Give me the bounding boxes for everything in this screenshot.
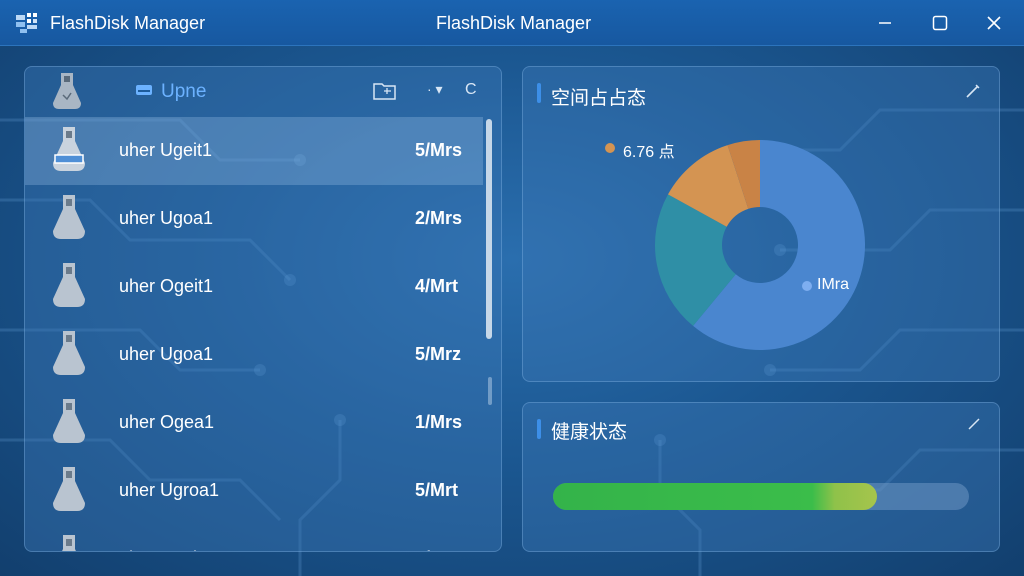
health-status-card: 健康状态 [522, 402, 1000, 552]
title-bar: FlashDisk Manager FlashDisk Manager [0, 0, 1024, 46]
refresh-button[interactable]: C [465, 81, 477, 99]
minimize-button[interactable] [862, 8, 908, 38]
file-name: uher Ugeit2 [119, 548, 212, 551]
pencil-icon[interactable] [967, 417, 981, 436]
file-row[interactable]: uher Ugeit1 5/Mrs [25, 117, 483, 185]
file-size: 5/Mrz [415, 344, 462, 364]
health-progress-bar [553, 483, 969, 510]
usb-drive-icon [47, 125, 91, 180]
window-title-center: FlashDisk Manager [436, 13, 592, 33]
file-row[interactable]: uher Ugroa1 5/Mrt [25, 457, 483, 525]
usb-drive-icon [47, 329, 91, 384]
legend-label-top: 6.76 点 [623, 144, 675, 161]
file-list-panel: Upne · ▾ C uher Ugeit1 5/Mrs uher Ugoa1 2/M… [24, 66, 502, 552]
app-grid-icon [16, 13, 38, 33]
file-size: 1/Mrs [415, 412, 463, 432]
file-size: 5/Mrt [415, 480, 459, 500]
file-size: 5/Mrs [415, 140, 463, 160]
card-accent-bar [537, 419, 541, 439]
space-usage-card: 空间占占态 6.76 点 IMra [522, 66, 1000, 382]
file-size: 7/Mrs [415, 548, 462, 551]
legend-dot-right [802, 281, 812, 291]
file-name: uher Ugeit1 [119, 140, 213, 160]
scrollbar-marker [488, 377, 492, 405]
open-button[interactable]: Upne [161, 81, 206, 103]
usb-drive-icon [47, 193, 91, 248]
view-dropdown[interactable]: · ▾ [427, 81, 443, 98]
usb-drive-icon [47, 71, 87, 116]
file-name: uher Ogea1 [119, 412, 215, 432]
file-row[interactable]: uher Ugoa1 5/Mrz [25, 321, 483, 389]
health-progress-fill [553, 483, 878, 510]
usb-drive-icon [47, 261, 91, 316]
file-row[interactable]: uher Ogeit1 4/Mrt [25, 253, 483, 321]
usb-drive-icon [47, 397, 91, 452]
usb-drive-icon [47, 465, 91, 520]
space-donut-chart [655, 140, 865, 350]
drive-open-icon[interactable] [135, 83, 153, 101]
close-button[interactable] [971, 8, 1017, 38]
folder-open-icon[interactable] [373, 81, 397, 106]
scrollbar-thumb[interactable] [486, 119, 492, 339]
file-name: uher Ogeit1 [119, 276, 214, 296]
legend-dot-top [605, 143, 615, 153]
legend-label-right: IMra [817, 276, 849, 293]
minimize-icon [879, 22, 891, 24]
file-toolbar: Upne · ▾ C [25, 67, 501, 115]
maximize-button[interactable] [917, 8, 963, 38]
window-title: FlashDisk Manager [50, 13, 206, 33]
file-size: 2/Mrs [415, 208, 463, 228]
file-name: uher Ugoa1 [119, 208, 214, 228]
file-row[interactable]: uher Ugeit2 7/Mrs [25, 525, 483, 551]
file-name: uher Ugroa1 [119, 480, 220, 500]
health-card-title: 健康状态 [551, 422, 628, 443]
file-name: uher Ugoa1 [119, 344, 214, 364]
file-row[interactable]: uher Ogea1 1/Mrs [25, 389, 483, 457]
maximize-icon [932, 15, 948, 31]
file-row[interactable]: uher Ugoa1 2/Mrs [25, 185, 483, 253]
file-size: 4/Mrt [415, 276, 459, 296]
usb-drive-icon [47, 533, 91, 551]
close-icon [987, 16, 1001, 30]
